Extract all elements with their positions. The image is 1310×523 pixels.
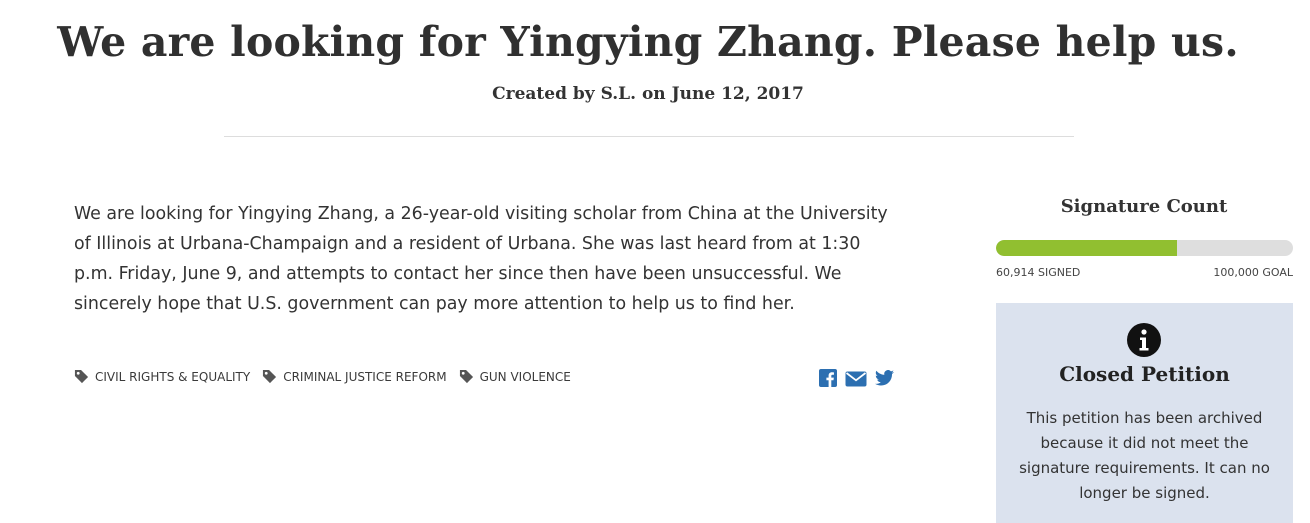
signature-labels: 60,914 SIGNED 100,000 GOAL [996, 266, 1293, 279]
page-title: We are looking for Yingying Zhang. Pleas… [57, 18, 1239, 66]
tag-criminal-justice[interactable]: CRIMINAL JUSTICE REFORM [262, 369, 447, 384]
signature-progress-bar [996, 240, 1293, 256]
header-divider [224, 136, 1074, 137]
tag-icon [459, 369, 473, 384]
twitter-icon[interactable] [875, 370, 894, 386]
issue-tags: CIVIL RIGHTS & EQUALITY CRIMINAL JUSTICE… [74, 369, 583, 384]
tag-civil-rights[interactable]: CIVIL RIGHTS & EQUALITY [74, 369, 250, 384]
share-links [819, 369, 902, 387]
signature-count-title: Signature Count [1060, 196, 1228, 217]
closed-petition-panel: Closed Petition This petition has been a… [996, 303, 1293, 523]
tag-gun-violence[interactable]: GUN VIOLENCE [459, 369, 571, 384]
petition-body: We are looking for Yingying Zhang, a 26-… [74, 204, 888, 314]
facebook-icon[interactable] [819, 369, 837, 387]
closed-petition-title: Closed Petition [1059, 362, 1230, 386]
signed-count: 60,914 SIGNED [996, 266, 1081, 279]
petition-byline: Created by S.L. on June 12, 2017 [492, 84, 804, 104]
tag-icon [263, 369, 277, 384]
tag-label: CRIMINAL JUSTICE REFORM [283, 369, 447, 384]
signature-progress-fill [996, 240, 1177, 256]
tag-label: GUN VIOLENCE [479, 369, 571, 384]
signature-goal: 100,000 GOAL [1213, 266, 1293, 279]
email-icon[interactable] [845, 370, 867, 387]
info-icon [1127, 323, 1161, 357]
tag-icon [74, 369, 89, 384]
closed-petition-message: This petition has been archived because … [1019, 409, 1270, 502]
tag-label: CIVIL RIGHTS & EQUALITY [95, 369, 251, 384]
